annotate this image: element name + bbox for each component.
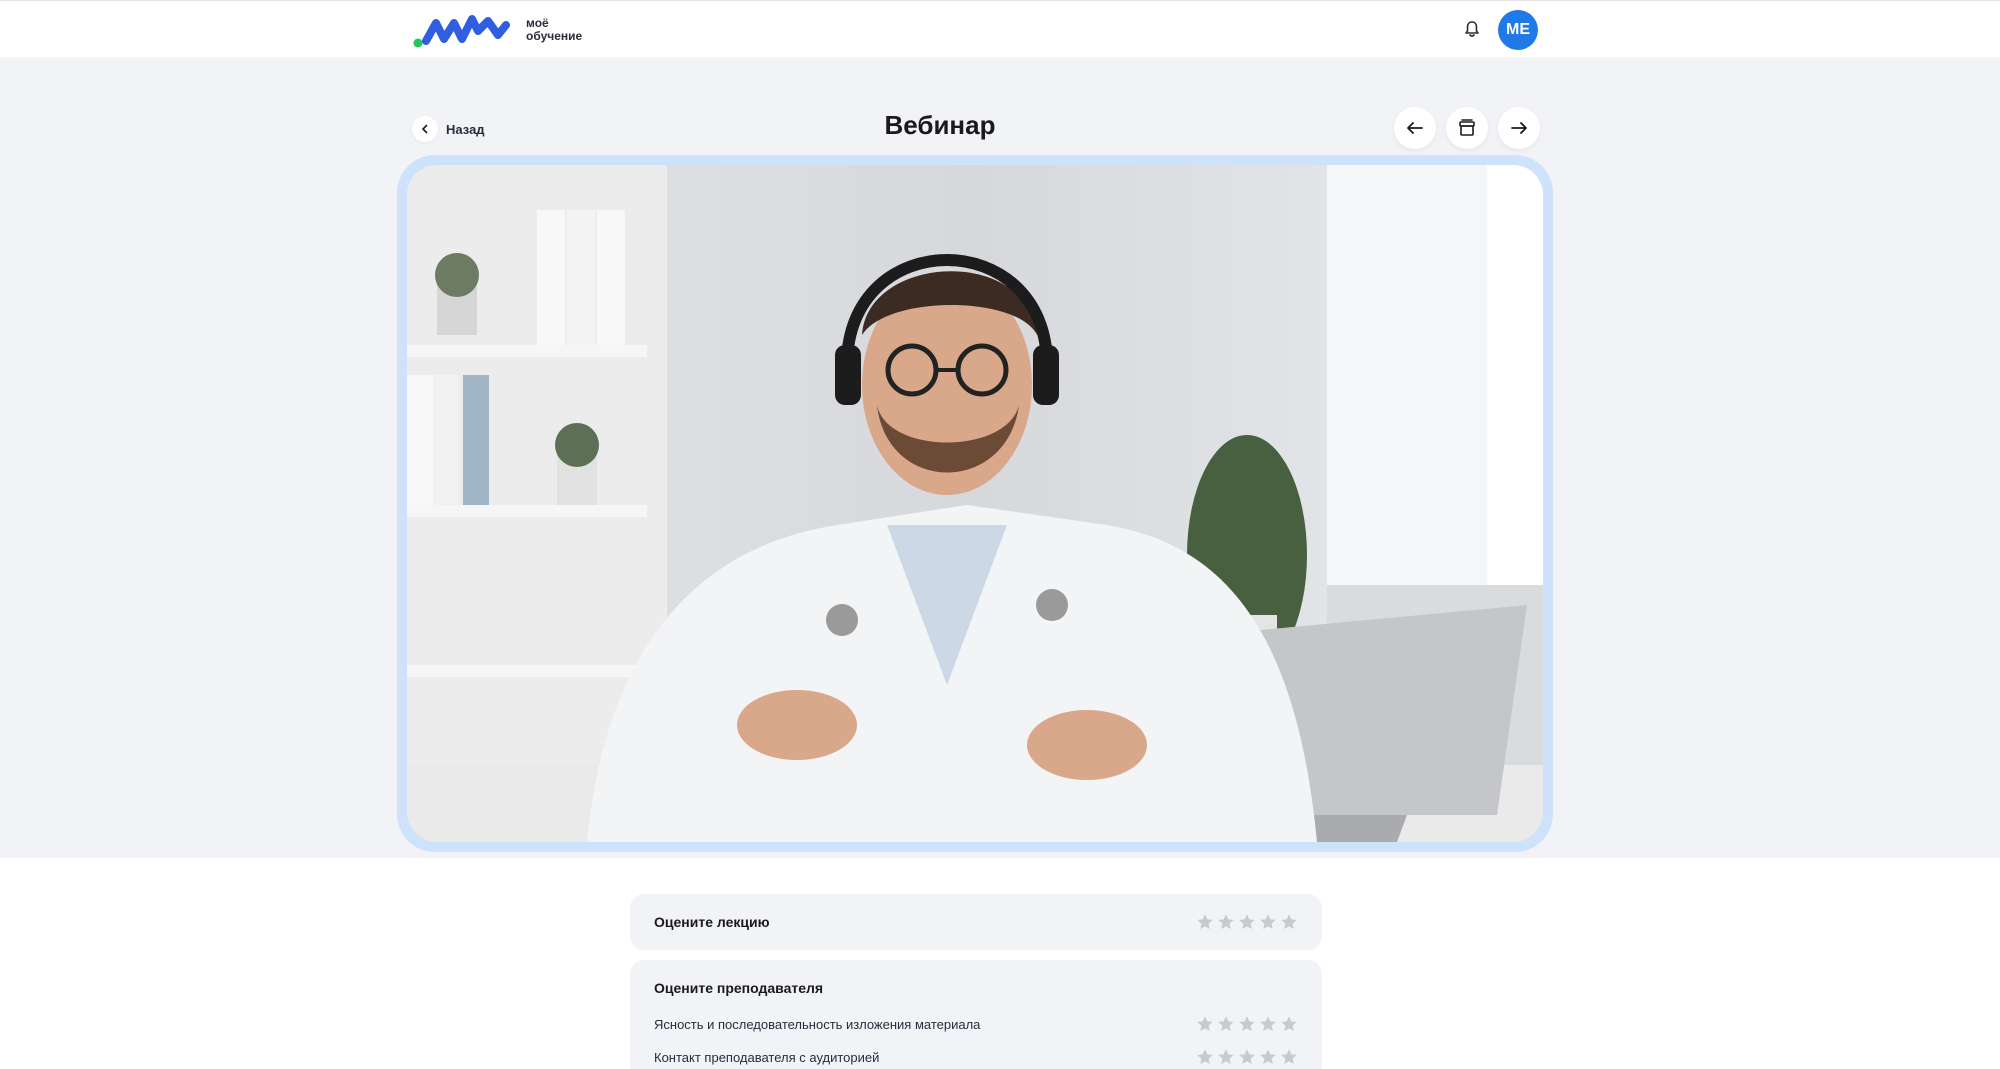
previous-button[interactable] [1394,107,1436,149]
rate-lecture-card: Оцените лекцию [630,894,1322,950]
logo[interactable]: моё обучение [412,9,612,51]
back-label: Назад [446,121,485,137]
webinar-video[interactable] [407,165,1543,842]
page-title: Вебинар [884,110,996,140]
back-circle [412,116,438,142]
top-bar: моё обучение МЕ [0,0,2000,57]
back-button[interactable]: Назад [412,116,485,142]
star-icon[interactable] [1238,1015,1256,1033]
avatar[interactable]: МЕ [1498,10,1538,50]
star-icon[interactable] [1217,1048,1235,1066]
arrow-right-icon [1511,122,1527,134]
star-icon[interactable] [1238,913,1256,931]
criterion-stars [1196,1048,1298,1066]
criterion-stars [1196,1015,1298,1033]
star-icon[interactable] [1196,1015,1214,1033]
lecture-stars [1196,913,1298,931]
star-icon[interactable] [1259,913,1277,931]
star-icon[interactable] [1217,913,1235,931]
rate-teacher-card: Оцените преподавателя Ясность и последов… [630,960,1322,1069]
star-icon[interactable] [1259,1015,1277,1033]
criterion-label: Ясность и последовательность изложения м… [654,1017,981,1032]
video-frame [397,155,1553,852]
star-icon[interactable] [1280,1015,1298,1033]
star-icon[interactable] [1238,1048,1256,1066]
star-icon[interactable] [1280,1048,1298,1066]
arrow-left-icon [1407,122,1423,134]
chevron-left-icon [422,124,428,134]
archive-icon [1459,119,1475,136]
archive-button[interactable] [1446,107,1488,149]
star-icon[interactable] [1196,1048,1214,1066]
logo-text: моё обучение [526,17,582,43]
star-icon[interactable] [1217,1015,1235,1033]
star-icon[interactable] [1259,1048,1277,1066]
star-icon[interactable] [1280,913,1298,931]
lesson-nav [1394,107,1540,149]
next-button[interactable] [1498,107,1540,149]
bell-icon[interactable] [1462,19,1482,39]
star-icon[interactable] [1196,913,1214,931]
rate-teacher-title: Оцените преподавателя [654,980,824,996]
rate-lecture-title: Оцените лекцию [654,914,770,930]
criterion-label: Контакт преподавателя с аудиторией [654,1050,880,1065]
logo-mark-icon [413,15,510,48]
logo-line2: обучение [526,29,583,43]
webinar-video-image [407,165,1543,842]
